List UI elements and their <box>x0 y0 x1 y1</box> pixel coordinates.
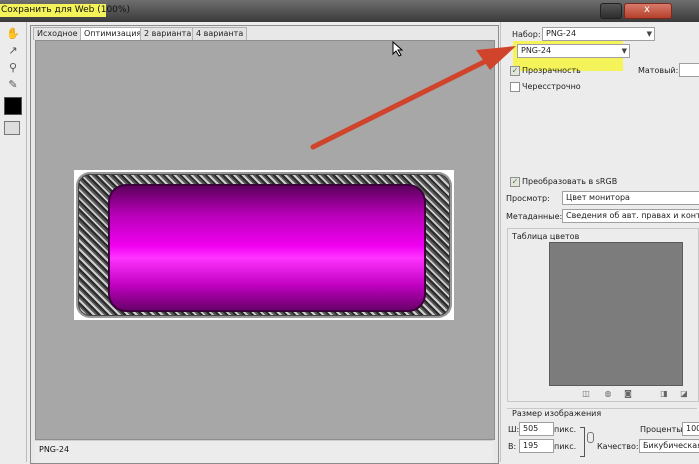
format-value: PNG-24 <box>521 46 552 55</box>
height-label: В: <box>508 442 517 451</box>
toggle-slices-icon[interactable] <box>4 121 20 135</box>
preset-select[interactable]: PNG-24 ▼ <box>542 27 655 41</box>
web-lock-icon[interactable]: ◍ <box>604 390 612 398</box>
zoom-icon[interactable]: ⚲ <box>5 61 21 75</box>
matte-select[interactable] <box>679 63 699 77</box>
srgb-label: Преобразовать в sRGB <box>522 177 618 186</box>
width-label: Ш: <box>508 425 520 434</box>
format-select[interactable]: PNG-24 ▼ <box>517 44 630 58</box>
height-unit: пикс. <box>554 442 577 451</box>
chevron-down-icon: ▼ <box>621 47 627 55</box>
preset-label: Набор: <box>512 30 541 39</box>
lock-icon[interactable]: ◙ <box>624 390 632 398</box>
quality-select[interactable]: Бикубическая <box>639 439 699 453</box>
metadata-label: Метаданные: <box>506 212 563 221</box>
preview-status-bar: PNG-24 <box>35 440 493 463</box>
window-title: Сохранить для Web (100%) <box>1 5 130 15</box>
color-table-label: Таблица цветов <box>512 232 580 241</box>
width-input[interactable]: 505 <box>519 422 554 436</box>
eyedropper-icon[interactable]: ✎ <box>5 78 21 92</box>
preview-image <box>74 170 454 320</box>
quality-label: Качество: <box>597 442 639 451</box>
slice-select-icon[interactable]: ↗ <box>5 44 21 58</box>
height-input[interactable]: 195 <box>519 439 554 453</box>
percent-label: Проценты: <box>640 425 686 434</box>
close-button[interactable]: x <box>624 3 672 19</box>
tab-optimized[interactable]: Оптимизация <box>80 27 146 40</box>
tab-4-up[interactable]: 4 варианта <box>192 27 248 40</box>
width-unit: пикс. <box>554 425 577 434</box>
tools-panel: ✋ ↗ ⚲ ✎ <box>0 22 27 462</box>
map-icon[interactable]: ◫ <box>582 390 590 398</box>
preset-value: PNG-24 <box>546 29 577 38</box>
preview-select[interactable]: Цвет монитора <box>562 191 699 205</box>
minimize-button[interactable] <box>600 3 622 19</box>
constrain-bracket <box>580 427 585 457</box>
button-magenta-face <box>108 184 426 312</box>
image-size-label: Размер изображения <box>512 409 602 418</box>
preview-label: Просмотр: <box>506 194 550 203</box>
delete-color-icon[interactable]: ◪ <box>680 390 688 398</box>
transparency-checkbox[interactable]: ✓ <box>510 66 520 76</box>
link-icon[interactable] <box>587 432 594 443</box>
close-icon: x <box>644 4 650 15</box>
eyedropper-color-swatch[interactable] <box>4 97 22 115</box>
cursor-icon <box>392 41 404 57</box>
interlaced-checkbox[interactable] <box>510 82 520 92</box>
chevron-down-icon: ▼ <box>646 30 652 38</box>
transparency-label: Прозрачность <box>522 66 581 75</box>
metadata-select[interactable]: Сведения об авт. правах и контакт <box>562 209 699 223</box>
tab-2-up[interactable]: 2 варианта <box>140 27 196 40</box>
percent-input[interactable]: 100 <box>682 422 699 436</box>
color-table-grid[interactable] <box>549 242 683 386</box>
status-format: PNG-24 <box>39 445 70 454</box>
view-tabs: Исходное Оптимизация 2 варианта 4 вариан… <box>33 27 493 40</box>
tab-original[interactable]: Исходное <box>33 27 82 40</box>
new-color-icon[interactable]: ◨ <box>660 390 668 398</box>
hand-icon[interactable]: ✋ <box>5 27 21 41</box>
matte-label: Матовый: <box>638 66 679 75</box>
interlaced-label: Чересстрочно <box>522 82 581 91</box>
srgb-checkbox[interactable]: ✓ <box>510 177 520 187</box>
